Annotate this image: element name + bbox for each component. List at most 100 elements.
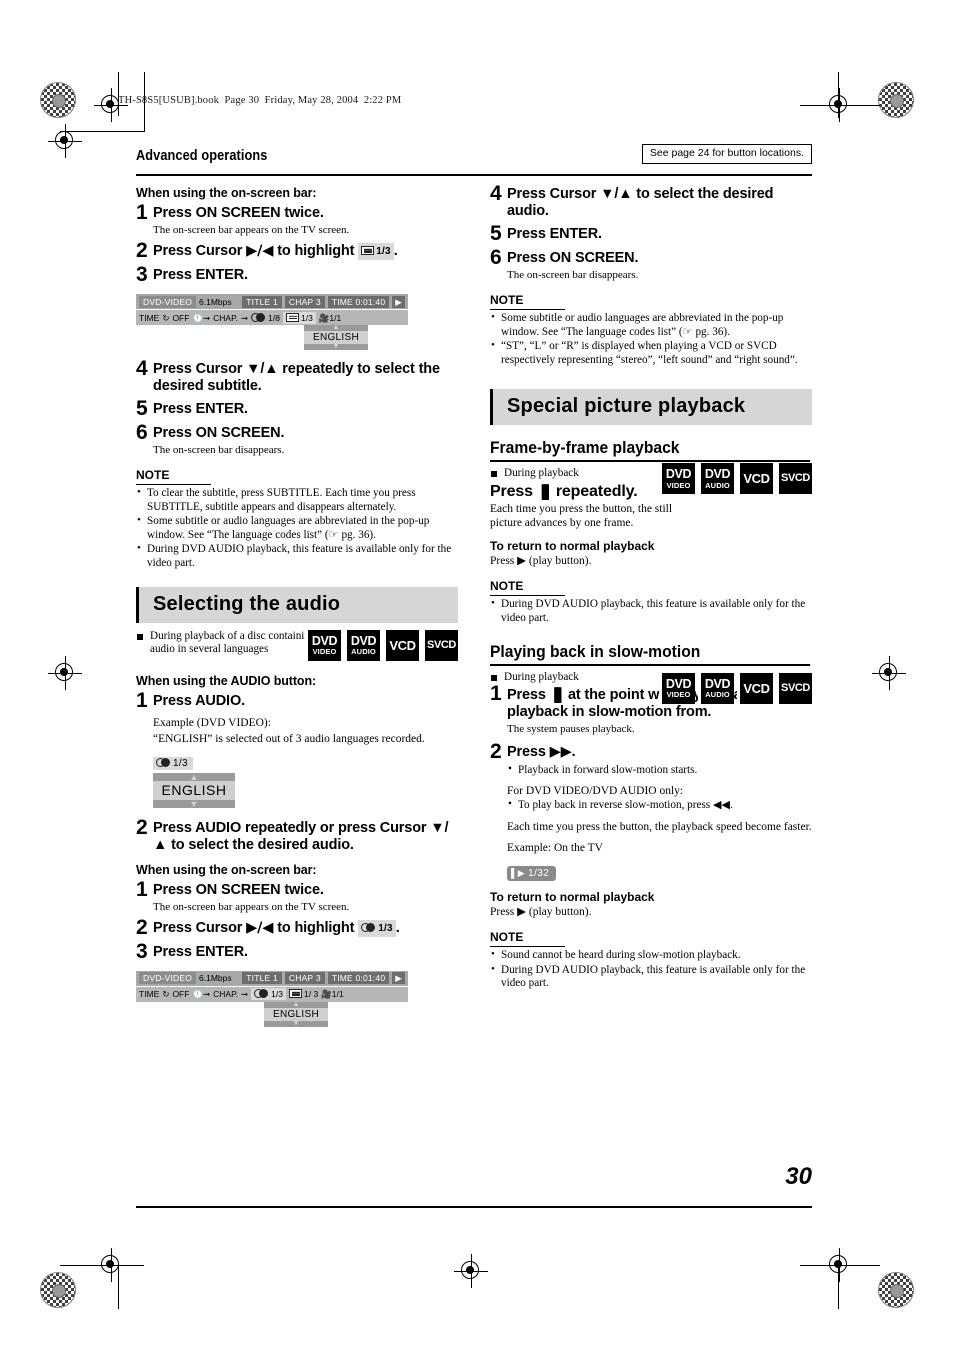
step-audio-osb-5: 5 Press ENTER. [490,223,812,244]
title-chip: TITLE 1 [242,972,282,985]
note-block-slow: NOTE Sound cannot be heard during slow-m… [490,928,812,991]
slow-bullet: • Playback in forward slow-motion starts. [508,763,698,777]
audio-example-line2: “ENGLISH” is selected out of 3 audio lan… [153,733,425,746]
step-number: 2 [136,815,148,839]
angle-icon: 🎥 [318,312,330,323]
slow-example-label: Example: On the TV [507,842,603,855]
crop-target-right-middle [872,656,906,690]
chapter-search-label: CHAP. [213,312,239,323]
badge-line1: DVD [665,676,692,691]
cursor-arrows-icon: ▶/◀ [246,919,274,936]
note-rule [490,946,565,948]
subtitle-icon [286,312,299,322]
onscreen-bar-graphic-audio: DVD-VIDEO 6.1Mbps TITLE 1 CHAP 3 TIME 0:… [136,970,408,1027]
step-number: 5 [136,397,148,420]
page-bottom-rule [136,1206,812,1208]
audio-icon [156,757,171,767]
note-item: Sound cannot be heard during slow-motion… [490,948,812,963]
step-audio-osb-6: 6 Press ON SCREEN. The on-screen bar dis… [490,247,812,282]
slow-step1-pre: Press [507,687,550,704]
book-file-header: TH-S8S5[USUB].book Page 30 Friday, May 2… [118,95,402,106]
step-number: 1 [136,688,148,712]
subtitle-indicator: 1/3 [283,311,316,324]
title-value: 1 [272,973,278,984]
badge-line1: DVD [350,633,377,648]
slow-playback-icon: ▌▶ [511,867,526,878]
chapter-value: 3 [315,296,321,307]
disc-badges-slow: DVD VIDEO DVD AUDIO VCD SVCD [659,672,812,704]
note-item: During DVD AUDIO playback, this feature … [490,963,812,991]
step-title: Press ENTER. [153,943,248,960]
badge-vcd: VCD [737,672,773,704]
title-label: TITLE [246,973,271,984]
badge-line2: VIDEO [666,480,691,490]
note-label: NOTE [490,579,524,594]
subtitle-value: 1/ 3 [304,989,319,1000]
slow-bullet-text: Playback in forward slow-motion starts. [518,764,698,777]
play-icon: ▶ [517,903,527,918]
page-number: 30 [785,1163,812,1190]
step-title: Press ENTER. [507,226,602,242]
section-banner-special-picture: Special picture playback [490,389,812,426]
repeat-icon: ↻ [162,312,170,323]
note-item: During DVD AUDIO playback, this feature … [490,597,812,625]
slow-subnote-text: To play back in reverse slow-motion, pre… [518,799,733,812]
registration-mark-top-left [40,82,76,118]
note-label: NOTE [490,293,524,307]
badge-line1: VCD [389,637,416,653]
audio-icon [254,989,269,999]
badge-svcd: SVCD [776,463,812,495]
next-arrow-icon: ▶ [392,295,405,308]
audio-chip-value: 1/3 [378,922,393,934]
step-title-end: . [395,919,400,936]
registration-mark-bottom-left [40,1272,76,1308]
audio-example-line1: Example (DVD VIDEO): [153,716,271,729]
badge-line1: DVD [704,467,731,482]
badge-dvd-audio: DVD AUDIO [698,463,734,495]
audio-icon [361,922,376,932]
step-audio-osb-4: 4 Press Cursor ▼/▲ to select the desired… [490,183,812,220]
badge-line2: VIDEO [312,647,337,657]
step-number: 1 [490,682,502,706]
audio-language-popup-example: 1/3 ▲ ENGLISH ▼ [153,753,235,808]
registration-mark-bottom-right [878,1272,914,1308]
left-column: When using the on-screen bar: 1 Press ON… [136,186,458,1027]
badge-line1: VCD [743,471,770,487]
note-item: During DVD AUDIO playback, this feature … [136,542,458,570]
step-description: The on-screen bar disappears. [153,444,285,456]
time-label: TIME [331,973,353,984]
crop-line-bottom-left-v [118,1265,119,1309]
step-title: Press ON SCREEN. [153,425,285,441]
slow-subnote-heading: For DVD VIDEO/DVD AUDIO only: [507,784,684,797]
audio-icon [251,312,266,322]
subtitle-icon [289,989,302,999]
chapter-label: CHAP [288,973,314,984]
popup-language-value: ENGLISH [264,1007,328,1021]
note-rule [136,484,211,485]
step-title: Press ON SCREEN twice. [153,881,324,898]
note-label: NOTE [136,468,170,482]
step-title: Press Cursor ▼/▲ to select the desired a… [507,186,774,219]
time-label: TIME [331,296,353,307]
time-mode-label: TIME [139,989,160,1000]
badge-line1: SVCD [427,638,456,651]
cursor-arrows-icon: ▶/◀ [246,243,274,259]
slow-subnote-bullet: • To play back in reverse slow-motion, pr… [508,798,733,812]
step-number: 4 [136,357,148,380]
fast-forward-icon: ▶▶ [549,744,572,761]
note-item: “ST”, “L” or “R” is displayed when playi… [490,339,812,367]
step-number: 1 [136,877,148,901]
audio-indicator: 1/3 [251,988,286,1001]
audio-value: 1/8 [268,312,280,323]
language-popup: ▲ ENGLISH ▼ [264,1001,328,1027]
angle-indicator: 🎥1/1 [321,989,343,999]
subhead-audio-button: When using the AUDIO button: [136,673,317,688]
bitrate-label: 6.1Mbps [199,973,232,984]
step-description: The system pauses playback. [507,723,635,736]
audio-chip-value: 1/3 [173,757,188,769]
slow-step2-pre: Press [507,744,550,761]
angle-value: 1/1 [331,989,344,1000]
right-column: 4 Press Cursor ▼/▲ to select the desired… [490,183,812,992]
disc-badges-frame: DVD VIDEO DVD AUDIO VCD SVCD [659,463,812,495]
crop-line-bottom-left-h [60,1265,144,1266]
